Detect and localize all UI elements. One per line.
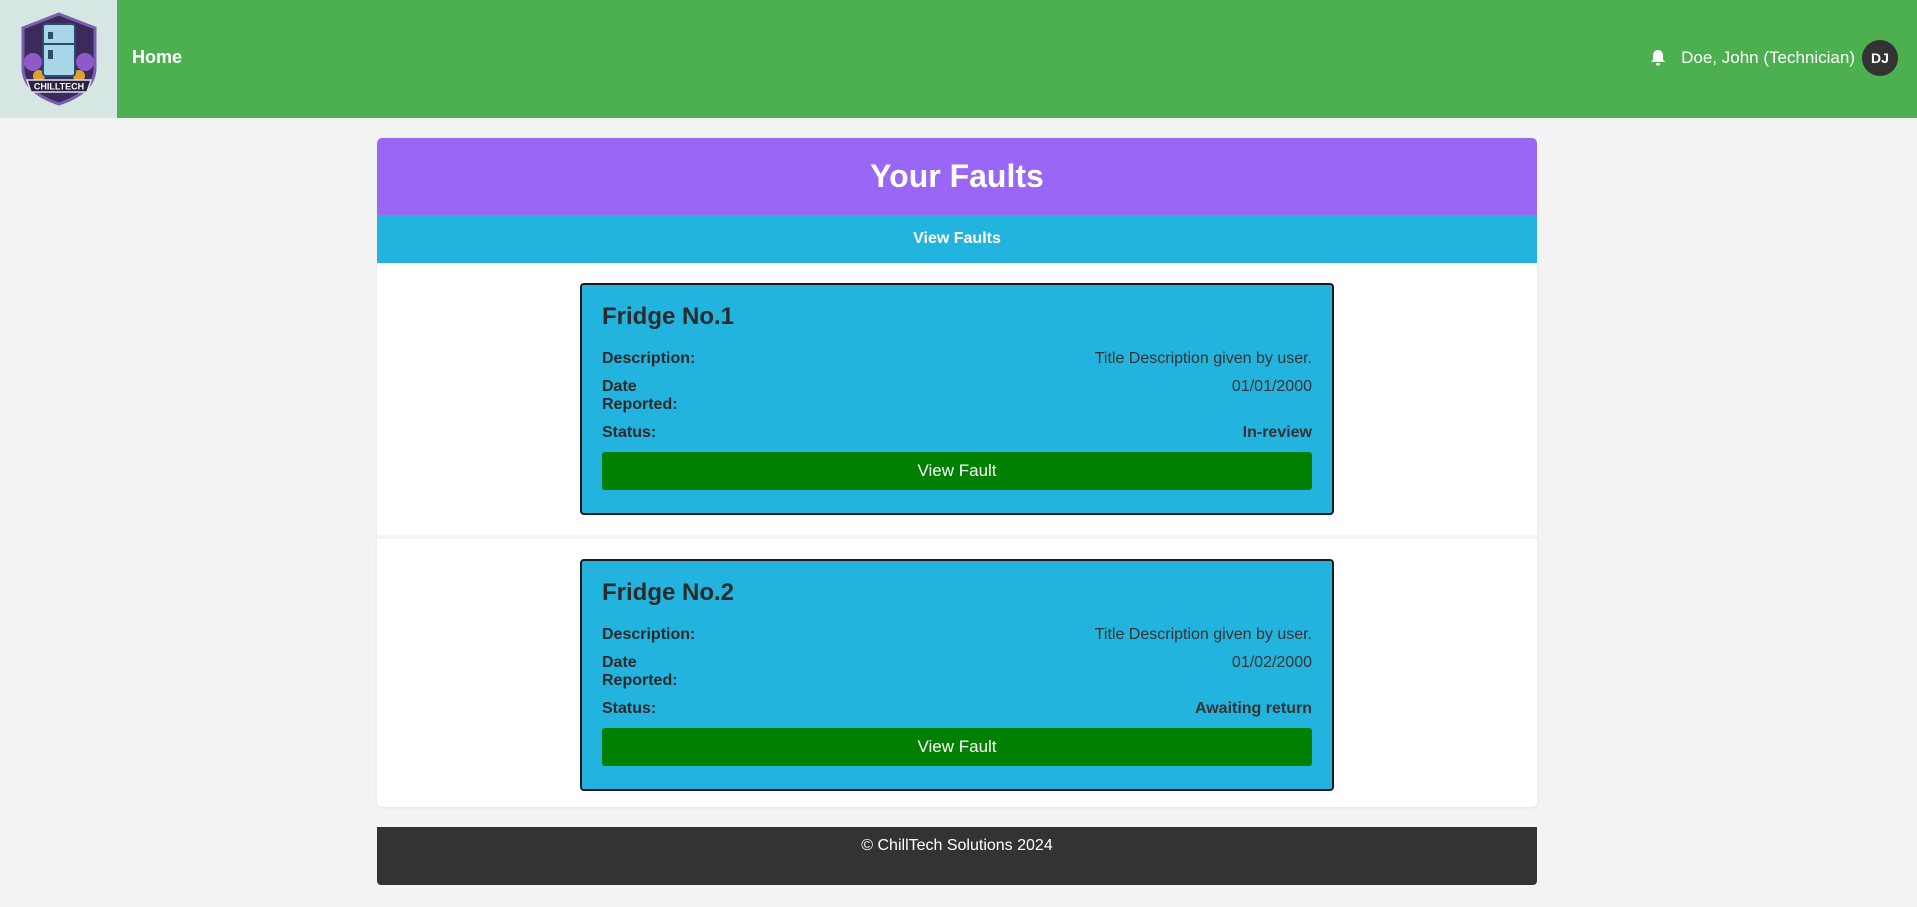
status-value: Awaiting return — [1194, 700, 1312, 717]
description-value: Title Description given by user. — [1094, 350, 1312, 367]
footer: © ChillTech Solutions 2024 — [377, 827, 1537, 885]
description-label: Description: — [602, 626, 696, 643]
user-name[interactable]: Doe, John (Technician) — [1681, 48, 1855, 68]
view-fault-button[interactable]: View Fault — [602, 728, 1312, 766]
svg-text:CHILLTECH: CHILLTECH — [33, 82, 83, 92]
faults-panel: Your Faults View Faults Fridge No.1 Desc… — [377, 138, 1537, 807]
fault-card: Fridge No.2 Description: Title Descripti… — [580, 559, 1334, 791]
description-row: Description: Title Description given by … — [602, 350, 1312, 368]
description-row: Description: Title Description given by … — [602, 626, 1312, 644]
home-link[interactable]: Home — [132, 47, 182, 68]
fault-section: Fridge No.2 Description: Title Descripti… — [377, 535, 1537, 807]
date-value: 01/02/2000 — [1231, 654, 1312, 671]
bell-icon[interactable] — [1648, 48, 1668, 68]
logo-icon: CHILLTECH — [21, 12, 96, 106]
page-title: Your Faults — [870, 158, 1044, 194]
view-faults-tab[interactable]: View Faults — [377, 215, 1537, 263]
top-navbar: CHILLTECH Home Doe, John (Technician) DJ — [0, 0, 1917, 118]
status-row: Status: In-review — [602, 424, 1312, 442]
date-value: 01/01/2000 — [1231, 378, 1312, 395]
fault-title: Fridge No.1 — [602, 303, 735, 330]
description-label: Description: — [602, 350, 696, 367]
status-label: Status: — [602, 424, 657, 441]
date-row: Date Reported: 01/02/2000 — [602, 654, 1312, 690]
view-fault-button[interactable]: View Fault — [602, 452, 1312, 490]
date-label: Date Reported: — [602, 378, 678, 413]
fault-section: Fridge No.1 Description: Title Descripti… — [377, 263, 1537, 535]
chilltech-logo[interactable]: CHILLTECH — [0, 0, 117, 118]
date-label: Date Reported: — [602, 654, 678, 689]
panel-header: Your Faults — [377, 138, 1537, 215]
description-value: Title Description given by user. — [1094, 626, 1312, 643]
avatar[interactable]: DJ — [1862, 40, 1898, 76]
status-row: Status: Awaiting return — [602, 700, 1312, 718]
copyright-text: © ChillTech Solutions 2024 — [861, 837, 1053, 854]
fault-card: Fridge No.1 Description: Title Descripti… — [580, 283, 1334, 515]
status-label: Status: — [602, 700, 657, 717]
date-row: Date Reported: 01/01/2000 — [602, 378, 1312, 414]
status-value: In-review — [1242, 424, 1312, 441]
fault-title: Fridge No.2 — [602, 579, 735, 606]
